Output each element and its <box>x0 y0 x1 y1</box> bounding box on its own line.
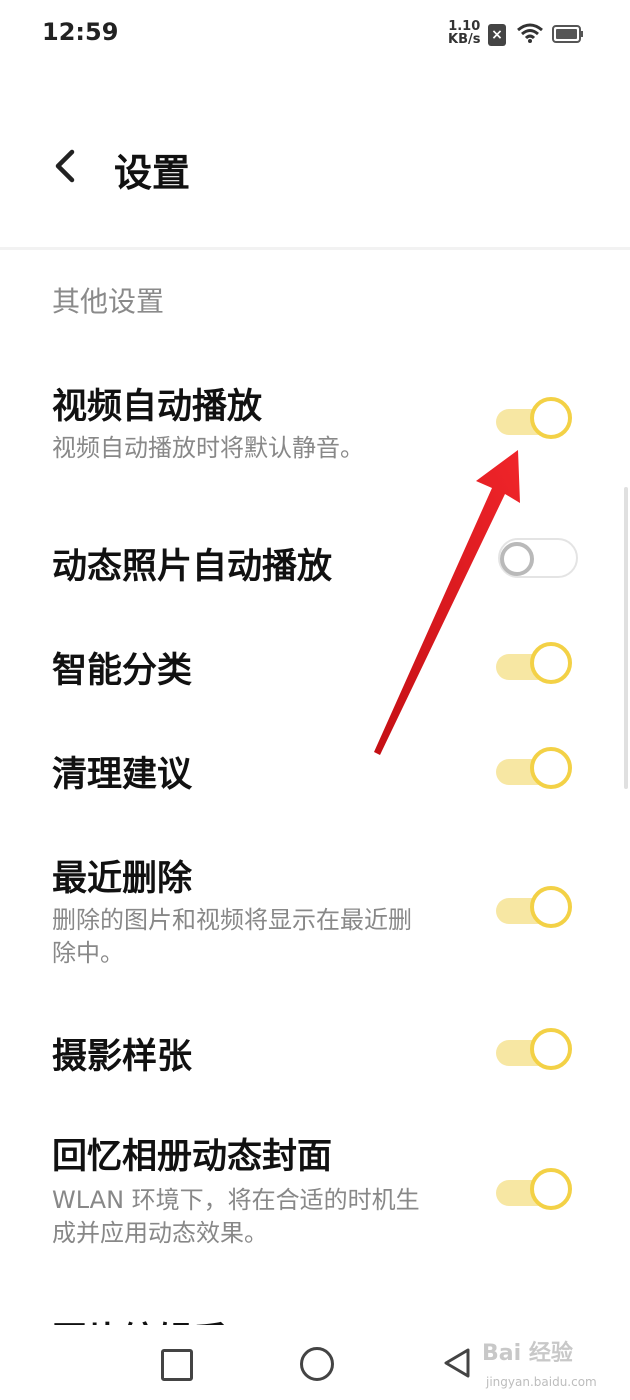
status-bar: 12:59 1.10 KB/s × <box>0 0 630 70</box>
toggle-knob <box>530 397 572 439</box>
setting-title: 智能分类 <box>52 651 193 691</box>
toggle-switch[interactable] <box>496 536 580 586</box>
no-sim-icon: × <box>488 24 506 46</box>
triangle-back-icon[interactable] <box>442 1347 472 1379</box>
toggle-switch[interactable] <box>496 747 580 797</box>
chevron-left-icon[interactable] <box>50 146 80 186</box>
net-speed: 1.10 KB/s <box>448 20 480 46</box>
toggle-knob <box>530 642 572 684</box>
setting-row-smart-classify[interactable]: 智能分类 <box>0 638 630 708</box>
toggle-knob <box>500 542 534 576</box>
wifi-icon <box>517 23 543 43</box>
setting-title: 视频自动播放 <box>52 387 263 427</box>
page-title: 设置 <box>114 151 191 195</box>
setting-row-sample-photos[interactable]: 摄影样张 <box>0 1024 630 1094</box>
setting-row-recently-deleted[interactable]: 最近删除 删除的图片和视频将显示在最近删除中。 <box>0 848 630 978</box>
setting-title: 动态照片自动播放 <box>52 547 333 587</box>
watermark-url: jingyan.baidu.com <box>486 1375 597 1389</box>
toggle-knob <box>530 747 572 789</box>
app-header: 设置 <box>0 110 630 220</box>
toggle-switch[interactable] <box>496 886 580 936</box>
toggle-knob <box>530 1028 572 1070</box>
scrollbar[interactable] <box>624 487 628 789</box>
toggle-knob <box>530 1168 572 1210</box>
setting-title: 回忆相册动态封面 <box>52 1137 333 1177</box>
toggle-switch[interactable] <box>496 1028 580 1078</box>
setting-title: 清理建议 <box>52 755 193 795</box>
setting-row-cleanup-suggestions[interactable]: 清理建议 <box>0 744 630 814</box>
setting-row-video-autoplay[interactable]: 视频自动播放 视频自动播放时将默认静音。 <box>0 372 630 482</box>
square-icon[interactable] <box>161 1349 193 1381</box>
toggle-knob <box>530 886 572 928</box>
circle-icon[interactable] <box>300 1347 334 1381</box>
status-time: 12:59 <box>42 18 119 46</box>
watermark-logo: Bai 经验 <box>482 1341 573 1366</box>
setting-subtitle: 删除的图片和视频将显示在最近删除中。 <box>52 906 412 967</box>
toggle-switch[interactable] <box>496 397 580 447</box>
system-nav-bar: Bai 经验 jingyan.baidu.com <box>0 1325 630 1400</box>
setting-subtitle: WLAN 环境下，将在合适的时机生成并应用动态效果。 <box>52 1186 420 1247</box>
section-title: 其他设置 <box>52 285 165 318</box>
setting-row-live-photo-autoplay[interactable]: 动态照片自动播放 <box>0 530 630 600</box>
header-divider <box>0 247 630 250</box>
toggle-switch[interactable] <box>496 642 580 692</box>
setting-title: 摄影样张 <box>52 1037 193 1077</box>
setting-row-memory-dynamic-cover[interactable]: 回忆相册动态封面 WLAN 环境下，将在合适的时机生成并应用动态效果。 <box>0 1124 630 1264</box>
toggle-switch[interactable] <box>496 1168 580 1218</box>
setting-title: 最近删除 <box>52 859 193 899</box>
battery-icon <box>552 25 583 43</box>
setting-subtitle: 视频自动播放时将默认静音。 <box>52 434 364 462</box>
net-speed-unit: KB/s <box>448 32 481 47</box>
